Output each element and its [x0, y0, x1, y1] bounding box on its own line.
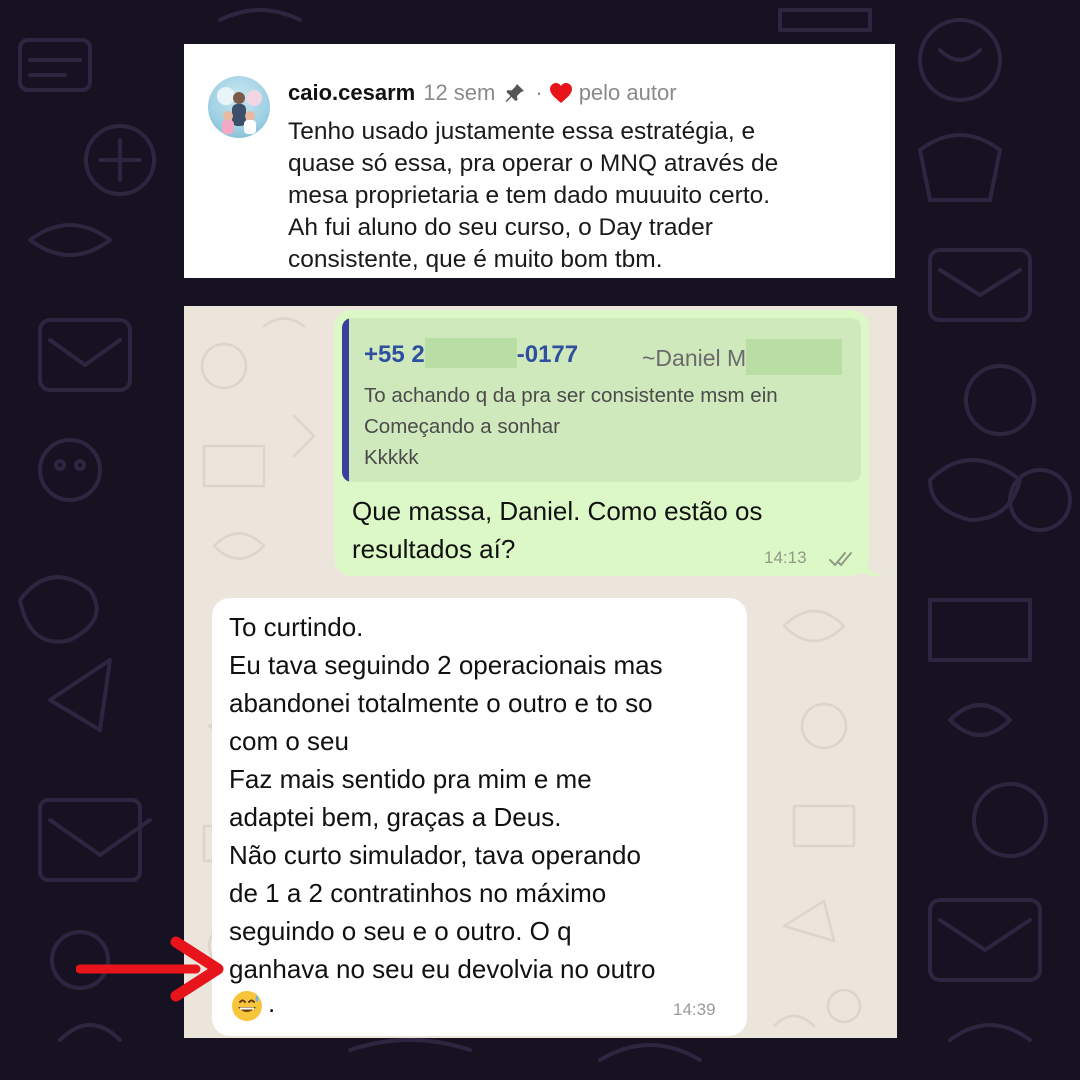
- heart-icon: [549, 83, 572, 103]
- red-arrow-icon: [76, 936, 224, 1002]
- outgoing-message[interactable]: +55 2 -0177 ~Daniel M To achando q da pra…: [334, 310, 869, 576]
- message-tail-text: .: [268, 988, 276, 1018]
- quoted-text: To achando q da pra ser consistente msm …: [364, 384, 778, 469]
- message-time: 14:39: [673, 1000, 716, 1019]
- quote-accent-bar: [342, 318, 349, 482]
- double-check-icon: [829, 552, 852, 566]
- redaction-block: [424, 338, 517, 368]
- redaction-block: [746, 339, 843, 375]
- comment-text: Tenho usado justamente essa estratégia, …: [288, 118, 779, 273]
- comment-meta: caio.cesarm 12 sem · pelo autor: [288, 78, 677, 108]
- message-text: To curtindo. Eu tava seguindo 2 operacio…: [229, 612, 663, 984]
- whatsapp-chat: +55 2 -0177 ~Daniel M To achando q da pra…: [184, 306, 897, 1038]
- quoted-message[interactable]: +55 2 -0177 ~Daniel M To achando q da pra…: [342, 318, 861, 482]
- meta-separator: ·: [535, 80, 543, 105]
- avatar-photo: [217, 87, 262, 134]
- message-text: Que massa, Daniel. Como estão os resulta…: [352, 496, 763, 564]
- incoming-message[interactable]: To curtindo. Eu tava seguindo 2 operacio…: [212, 598, 747, 1036]
- avatar[interactable]: [208, 76, 270, 138]
- grinning-sweat-emoji-icon: [232, 991, 262, 1021]
- quoted-sender-name: ~Daniel M: [642, 339, 843, 375]
- quoted-sender-phone: +55 2 -0177: [364, 338, 578, 369]
- comment-username[interactable]: caio.cesarm: [288, 80, 415, 106]
- message-time: 14:13: [764, 548, 807, 567]
- liked-by-label: pelo autor: [578, 80, 677, 105]
- comment-time: 12 sem: [423, 80, 496, 105]
- instagram-comment-card: caio.cesarm 12 sem · pelo autor Tenho us…: [184, 44, 895, 278]
- pin-icon: [505, 84, 525, 102]
